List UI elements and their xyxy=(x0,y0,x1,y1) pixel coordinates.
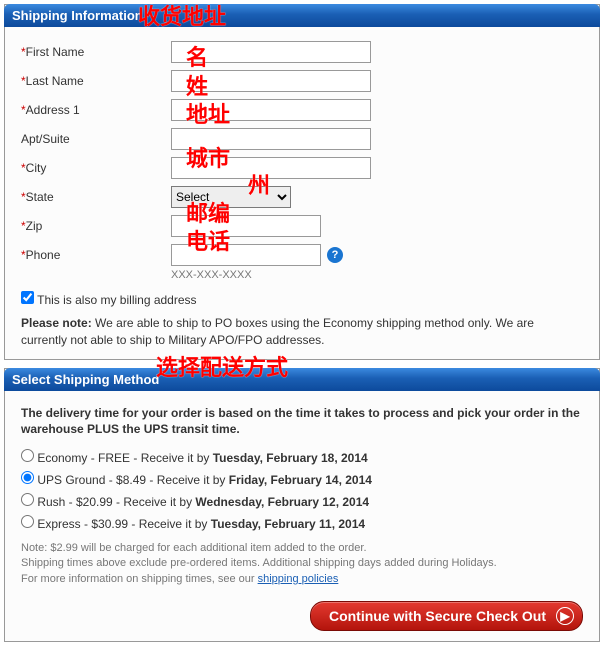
last-name-input[interactable] xyxy=(171,70,371,92)
phone-help-icon[interactable]: ? xyxy=(327,247,343,263)
apt-label: Apt/Suite xyxy=(21,128,171,150)
shipping-option-radio[interactable] xyxy=(21,515,34,528)
phone-input[interactable] xyxy=(171,244,321,266)
shipping-policies-link[interactable]: shipping policies xyxy=(258,573,339,585)
shipping-options: Economy - FREE - Receive it by Tuesday, … xyxy=(21,449,583,531)
apt-input[interactable] xyxy=(171,128,371,150)
shipping-option-label: Express - $30.99 - Receive it by Tuesday… xyxy=(34,517,365,531)
shipping-option-label: UPS Ground - $8.49 - Receive it by Frida… xyxy=(34,473,372,487)
shipping-option-radio[interactable] xyxy=(21,493,34,506)
address1-label: *Address 1 xyxy=(21,99,171,121)
shipping-option-label: Economy - FREE - Receive it by Tuesday, … xyxy=(34,451,368,465)
shipping-option[interactable]: Economy - FREE - Receive it by Tuesday, … xyxy=(21,449,583,465)
zip-label: *Zip xyxy=(21,215,171,237)
billing-same-label: This is also my billing address xyxy=(37,293,196,307)
shipping-method-intro: The delivery time for your order is base… xyxy=(21,405,583,437)
shipping-option[interactable]: UPS Ground - $8.49 - Receive it by Frida… xyxy=(21,471,583,487)
po-box-note: Please note: We are able to ship to PO b… xyxy=(21,315,583,349)
billing-same-row[interactable]: This is also my billing address xyxy=(21,293,197,307)
shipping-option[interactable]: Express - $30.99 - Receive it by Tuesday… xyxy=(21,515,583,531)
shipping-option-radio[interactable] xyxy=(21,449,34,462)
phone-hint: XXX-XXX-XXXX xyxy=(171,269,583,281)
phone-label: *Phone xyxy=(21,244,171,266)
city-label: *City xyxy=(21,157,171,179)
shipping-option-radio[interactable] xyxy=(21,471,34,484)
shipping-method-header: Select Shipping Method xyxy=(4,368,600,391)
shipping-option-label: Rush - $20.99 - Receive it by Wednesday,… xyxy=(34,495,369,509)
shipping-method-panel: Select Shipping Method The delivery time… xyxy=(4,368,600,643)
last-name-label: *Last Name xyxy=(21,70,171,92)
city-input[interactable] xyxy=(171,157,371,179)
first-name-input[interactable] xyxy=(171,41,371,63)
shipping-option[interactable]: Rush - $20.99 - Receive it by Wednesday,… xyxy=(21,493,583,509)
shipping-footnotes: Note: $2.99 will be charged for each add… xyxy=(21,541,583,587)
first-name-label: *First Name xyxy=(21,41,171,63)
zip-input[interactable] xyxy=(171,215,321,237)
continue-checkout-button[interactable]: Continue with Secure Check Out ▶ xyxy=(310,601,583,631)
arrow-right-icon: ▶ xyxy=(556,607,574,625)
shipping-info-header: Shipping Information xyxy=(4,4,600,27)
state-select[interactable]: Select xyxy=(171,186,291,208)
billing-same-checkbox[interactable] xyxy=(21,291,34,304)
address1-input[interactable] xyxy=(171,99,371,121)
state-label: *State xyxy=(21,186,171,208)
shipping-info-panel: Shipping Information *First Name *Last N… xyxy=(4,4,600,360)
